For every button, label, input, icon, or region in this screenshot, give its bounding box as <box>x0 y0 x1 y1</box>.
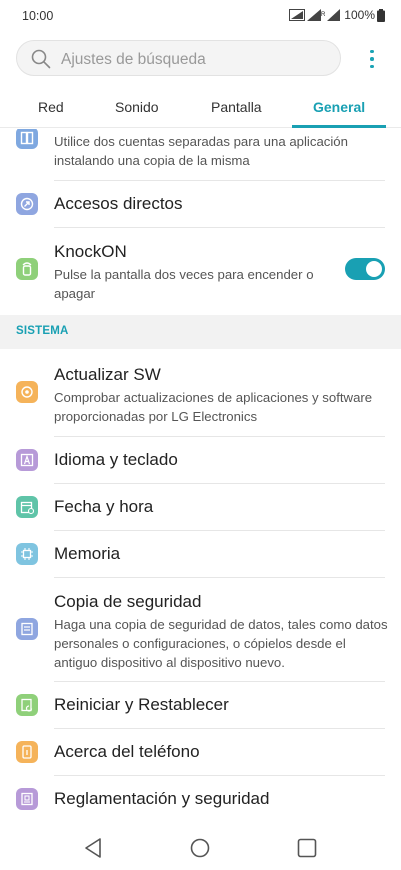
regulatory-icon <box>16 788 38 810</box>
status-time: 10:00 <box>22 9 54 23</box>
list-item-memory[interactable]: Memoria <box>0 531 401 577</box>
update-icon <box>16 381 38 403</box>
section-title: SISTEMA <box>16 325 69 337</box>
no-sim-icon <box>289 9 306 21</box>
update-sw-title: Actualizar SW <box>54 365 161 384</box>
knockon-title: KnockON <box>54 242 127 261</box>
language-icon <box>16 449 38 471</box>
knock-icon <box>16 258 38 280</box>
backup-subtitle: Haga una copia de seguridad de datos, ta… <box>54 617 388 670</box>
dual-app-subtitle: Utilice dos cuentas separadas para una a… <box>54 134 348 168</box>
status-bar: 10:00 ᴿ 100% <box>0 0 401 34</box>
list-item-language[interactable]: Idioma y teclado <box>0 437 401 483</box>
search-input[interactable]: Ajustes de búsqueda <box>16 40 341 76</box>
calendar-icon <box>16 496 38 518</box>
backup-icon <box>16 618 38 640</box>
reset-title: Reiniciar y Restablecer <box>54 695 229 714</box>
list-item-backup[interactable]: Copia de seguridad Haga una copia de seg… <box>0 578 401 681</box>
regulatory-title: Reglamentación y seguridad <box>54 789 270 808</box>
list-item-reset[interactable]: Reiniciar y Restablecer <box>0 682 401 728</box>
signal-icon-2 <box>327 9 341 21</box>
back-icon[interactable] <box>82 836 106 860</box>
memory-chip-icon <box>16 543 38 565</box>
shortcut-icon <box>16 193 38 215</box>
tab-pantalla[interactable]: Pantalla <box>211 99 262 115</box>
signal-icon <box>307 9 322 21</box>
tab-sonido[interactable]: Sonido <box>115 99 159 115</box>
network-letter: ᴿ <box>321 10 326 20</box>
tab-indicator <box>292 125 386 128</box>
reset-icon <box>16 694 38 716</box>
list-item-knockon[interactable]: KnockON Pulse la pantalla dos veces para… <box>0 228 401 305</box>
language-title: Idioma y teclado <box>54 450 178 469</box>
list-item-dual-app[interactable]: Utilice dos cuentas separadas para una a… <box>0 129 401 180</box>
tab-general[interactable]: General <box>313 99 365 115</box>
list-item-regulatory[interactable]: Reglamentación y seguridad <box>0 776 401 821</box>
toggle-knob <box>366 261 382 277</box>
date-time-title: Fecha y hora <box>54 497 154 516</box>
backup-title: Copia de seguridad <box>54 592 202 611</box>
list-item-shortcuts[interactable]: Accesos directos <box>0 181 401 227</box>
phone-info-icon <box>16 741 38 763</box>
home-icon[interactable] <box>188 836 212 860</box>
shortcuts-title: Accesos directos <box>54 194 183 213</box>
search-row: Ajustes de búsqueda <box>0 40 401 78</box>
more-dot-icon <box>370 64 374 69</box>
more-dot-icon <box>370 49 374 54</box>
more-options-button[interactable] <box>361 44 383 74</box>
recent-apps-icon[interactable] <box>295 836 319 860</box>
knockon-toggle[interactable] <box>345 258 385 280</box>
settings-list[interactable]: Utilice dos cuentas separadas para una a… <box>0 129 401 821</box>
more-dot-icon <box>370 57 374 61</box>
list-item-date-time[interactable]: Fecha y hora <box>0 484 401 530</box>
update-sw-subtitle: Comprobar actualizaciones de aplicacione… <box>54 390 373 424</box>
navigation-bar <box>0 822 401 870</box>
section-header-system: SISTEMA <box>0 315 401 349</box>
battery-icon <box>377 8 385 22</box>
tab-red[interactable]: Red <box>38 99 64 115</box>
search-icon <box>31 49 51 69</box>
list-item-update-sw[interactable]: Actualizar SW Comprobar actualizaciones … <box>0 349 401 436</box>
list-item-about[interactable]: Acerca del teléfono <box>0 729 401 775</box>
search-placeholder: Ajustes de búsqueda <box>61 51 206 68</box>
status-indicators: ᴿ 100% <box>289 8 385 22</box>
memory-title: Memoria <box>54 544 121 563</box>
battery-percent: 100% <box>344 8 375 22</box>
knockon-subtitle: Pulse la pantalla dos veces para encende… <box>54 267 314 301</box>
category-tabs: Red Sonido Pantalla General <box>0 88 401 128</box>
dual-app-icon <box>16 129 38 149</box>
about-title: Acerca del teléfono <box>54 742 200 761</box>
